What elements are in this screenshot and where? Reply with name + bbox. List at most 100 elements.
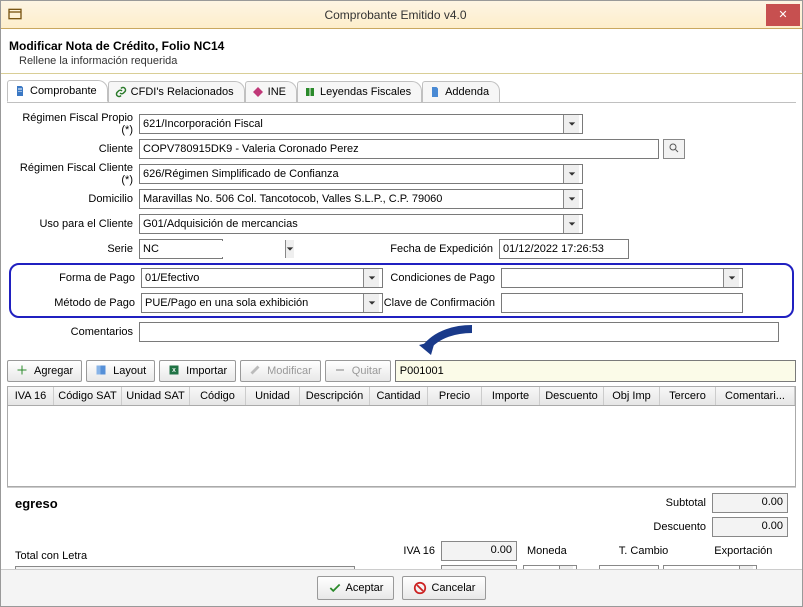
label-cond-pago: Condiciones de Pago: [383, 272, 501, 284]
dropdown-arrow-icon[interactable]: [563, 115, 579, 133]
input-forma-pago[interactable]: [145, 270, 363, 286]
document-icon: [14, 85, 26, 97]
page-icon: [429, 86, 441, 98]
link-icon: [115, 86, 127, 98]
product-code-input[interactable]: [395, 360, 796, 382]
input-cond-pago[interactable]: [505, 270, 723, 286]
label-cliente: Cliente: [9, 143, 139, 155]
input-uso-cliente[interactable]: [143, 216, 563, 232]
label-subtotal: Subtotal: [632, 497, 712, 509]
diamond-icon: [252, 86, 264, 98]
input-metodo-pago[interactable]: [145, 295, 363, 311]
input-fecha-exp[interactable]: [499, 239, 629, 259]
label-exportacion: Exportación: [710, 545, 776, 557]
button-label: Layout: [113, 365, 146, 377]
importar-button[interactable]: X Importar: [159, 360, 236, 382]
close-icon: ✕: [778, 8, 787, 21]
label-domicilio: Domicilio: [9, 193, 139, 205]
col-obj-imp[interactable]: Obj Imp: [604, 387, 660, 405]
dropdown-arrow-icon[interactable]: [563, 190, 579, 208]
button-label: Quitar: [352, 365, 382, 377]
tab-label: INE: [268, 86, 286, 98]
footer: Aceptar Cancelar: [1, 569, 802, 606]
items-grid: IVA 16 Código SAT Unidad SAT Código Unid…: [7, 386, 796, 487]
modificar-button[interactable]: Modificar: [240, 360, 321, 382]
page-subtitle: Rellene la información requerida: [19, 55, 792, 67]
combo-domicilio[interactable]: [139, 189, 583, 209]
page-title: Modificar Nota de Crédito, Folio NC14: [9, 39, 792, 53]
col-tercero[interactable]: Tercero: [660, 387, 716, 405]
col-descuento[interactable]: Descuento: [540, 387, 604, 405]
label-forma-pago: Forma de Pago: [11, 272, 141, 284]
quitar-button[interactable]: Quitar: [325, 360, 391, 382]
value-descuento: 0.00: [712, 517, 788, 537]
tab-leyendas[interactable]: Leyendas Fiscales: [297, 81, 422, 102]
label-serie: Serie: [9, 243, 139, 255]
tab-content: Régimen Fiscal Propio (*) Cliente Régime…: [7, 102, 796, 350]
app-icon: [7, 6, 25, 24]
button-label: Importar: [186, 365, 227, 377]
label-uso-cliente: Uso para el Cliente: [9, 218, 139, 230]
grid-body[interactable]: [8, 406, 795, 486]
dropdown-arrow-icon[interactable]: [363, 269, 379, 287]
grid-header: IVA 16 Código SAT Unidad SAT Código Unid…: [8, 387, 795, 406]
col-precio[interactable]: Precio: [428, 387, 482, 405]
col-iva[interactable]: IVA 16: [8, 387, 54, 405]
col-importe[interactable]: Importe: [482, 387, 540, 405]
grid-toolbar: Agregar Layout X Importar Modificar Quit…: [1, 354, 802, 386]
combo-forma-pago[interactable]: [141, 268, 383, 288]
tab-ine[interactable]: INE: [245, 81, 297, 102]
pago-highlight-box: Forma de Pago Condiciones de Pago Método…: [9, 263, 794, 318]
col-comentario[interactable]: Comentari...: [716, 387, 795, 405]
label-tcambio: T. Cambio: [615, 545, 673, 557]
combo-cond-pago[interactable]: [501, 268, 743, 288]
value-subtotal: 0.00: [712, 493, 788, 513]
col-unidad[interactable]: Unidad: [246, 387, 300, 405]
label-total-letra: Total con Letra: [15, 550, 365, 562]
tab-label: CFDI's Relacionados: [131, 86, 234, 98]
col-codigo[interactable]: Código: [190, 387, 246, 405]
combo-regimen-cliente[interactable]: [139, 164, 583, 184]
search-cliente-button[interactable]: [663, 139, 685, 159]
tab-label: Addenda: [445, 86, 489, 98]
button-label: Modificar: [267, 365, 312, 377]
tab-cfdis[interactable]: CFDI's Relacionados: [108, 81, 245, 102]
cancelar-button[interactable]: Cancelar: [402, 576, 486, 600]
input-domicilio[interactable]: [143, 191, 563, 207]
input-regimen-propio[interactable]: [143, 116, 563, 132]
col-unidad-sat[interactable]: Unidad SAT: [122, 387, 190, 405]
egreso-label: egreso: [15, 492, 632, 511]
dropdown-arrow-icon[interactable]: [723, 269, 739, 287]
svg-text:X: X: [172, 368, 176, 374]
col-descripcion[interactable]: Descripción: [300, 387, 370, 405]
label-fecha-exp: Fecha de Expedición: [223, 243, 499, 255]
layout-button[interactable]: Layout: [86, 360, 155, 382]
tab-strip: Comprobante CFDI's Relacionados INE Leye…: [1, 74, 802, 102]
label-clave-conf: Clave de Confirmación: [383, 297, 501, 309]
input-comentarios[interactable]: [139, 322, 779, 342]
close-button[interactable]: ✕: [766, 4, 800, 26]
combo-regimen-propio[interactable]: [139, 114, 583, 134]
combo-metodo-pago[interactable]: [141, 293, 383, 313]
input-regimen-cliente[interactable]: [143, 166, 563, 182]
button-label: Aceptar: [346, 582, 384, 594]
label-metodo-pago: Método de Pago: [11, 297, 141, 309]
plus-icon: [16, 364, 30, 378]
combo-uso-cliente[interactable]: [139, 214, 583, 234]
titlebar: Comprobante Emitido v4.0 ✕: [1, 1, 802, 29]
tab-addenda[interactable]: Addenda: [422, 81, 500, 102]
aceptar-button[interactable]: Aceptar: [317, 576, 395, 600]
minus-icon: [334, 364, 348, 378]
dropdown-arrow-icon[interactable]: [563, 165, 579, 183]
input-clave-conf[interactable]: [501, 293, 743, 313]
col-cantidad[interactable]: Cantidad: [370, 387, 428, 405]
tab-comprobante[interactable]: Comprobante: [7, 80, 108, 102]
col-codigo-sat[interactable]: Código SAT: [54, 387, 122, 405]
check-icon: [328, 581, 342, 595]
input-cliente[interactable]: [139, 139, 659, 159]
agregar-button[interactable]: Agregar: [7, 360, 82, 382]
dropdown-arrow-icon[interactable]: [563, 215, 579, 233]
combo-serie[interactable]: [139, 239, 223, 259]
button-label: Cancelar: [431, 582, 475, 594]
dropdown-arrow-icon[interactable]: [363, 294, 379, 312]
